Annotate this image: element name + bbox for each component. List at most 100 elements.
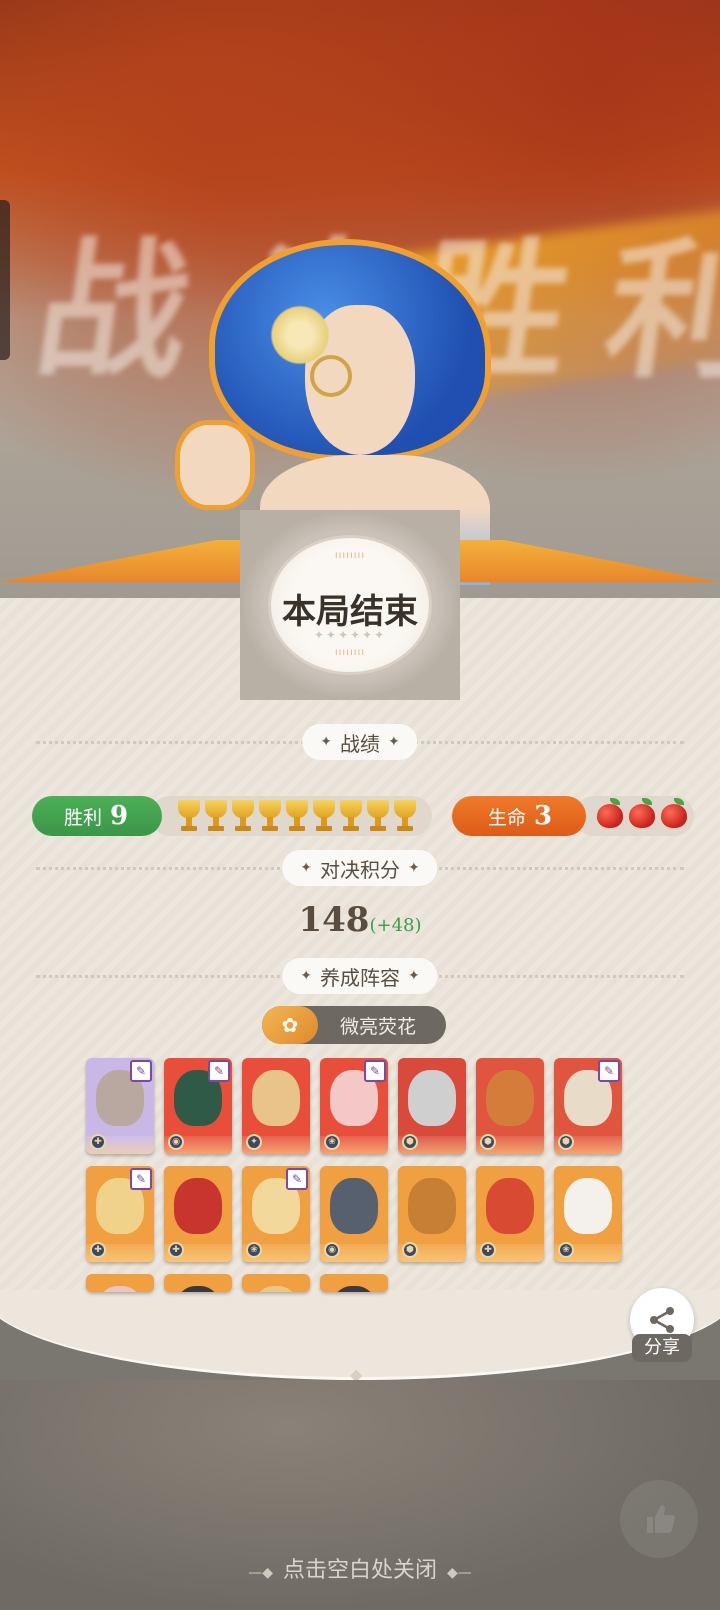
equipped-item-icon: ✎	[130, 1168, 152, 1190]
score-delta: (+48)	[369, 915, 422, 936]
share-button[interactable]: 分享	[630, 1288, 694, 1368]
flower-sparkle-icon: ✿	[262, 1006, 318, 1044]
hero-portrait	[330, 1178, 378, 1234]
hero-card[interactable]: ❀ ✎	[242, 1166, 310, 1262]
lives-count: 3	[534, 801, 553, 831]
healer-icon: ❀	[324, 1134, 340, 1150]
hero-card[interactable]: ❀ ✎	[320, 1058, 388, 1154]
hero-card[interactable]	[164, 1274, 232, 1292]
hero-card[interactable]	[320, 1274, 388, 1292]
hero-portrait	[252, 1286, 300, 1292]
like-button[interactable]	[620, 1480, 698, 1558]
hero-card[interactable]: ✚	[476, 1166, 544, 1262]
lineup-section-title: 养成阵容	[320, 965, 400, 990]
hero-card[interactable]: ◉	[320, 1166, 388, 1262]
share-icon	[650, 1307, 674, 1333]
tank-icon: ⬢	[402, 1242, 418, 1258]
close-hint[interactable]: —◆ 点击空白处关闭 ◆—	[0, 1552, 720, 1584]
four-point-star-icon: ✦	[408, 968, 420, 984]
hero-card[interactable]: ❀	[554, 1166, 622, 1262]
lives-pill: 生命 3	[452, 796, 586, 836]
dash-diamond-ornament-icon: —◆	[248, 1565, 273, 1581]
wins-count: 9	[110, 801, 129, 831]
hero-portrait	[174, 1286, 222, 1292]
fighter-icon: ✚	[480, 1242, 496, 1258]
four-point-star-icon: ✦	[388, 734, 400, 750]
four-point-star-icon: ✦	[300, 968, 312, 984]
trophy-icon	[311, 798, 336, 834]
hero-portrait	[408, 1178, 456, 1234]
equipped-item-icon: ✎	[208, 1060, 230, 1082]
record-section-header: ✦ 战绩 ✦	[36, 724, 684, 760]
trophy-icon	[257, 798, 282, 834]
hero-card[interactable]: ✚	[164, 1166, 232, 1262]
hero-card[interactable]: ◉ ✎	[164, 1058, 232, 1154]
tank-icon: ⬢	[558, 1134, 574, 1150]
hero-portrait	[564, 1178, 612, 1234]
lineup-section-header: ✦ 养成阵容 ✦	[36, 958, 684, 994]
trophy-icon	[203, 798, 228, 834]
four-point-star-icon: ✦	[320, 734, 332, 750]
result-title: 本局结束	[282, 592, 418, 632]
equipped-item-icon: ✎	[130, 1060, 152, 1082]
monocle-icon	[310, 355, 352, 397]
equipped-item-icon: ✎	[598, 1060, 620, 1082]
badge-bottom-ornament: ıııııııı	[334, 647, 366, 658]
apple-icon	[628, 798, 656, 828]
result-badge: ıııııııı 本局结束 ✦✦✦✦✦✦ ıııııııı	[268, 535, 432, 675]
hero-card[interactable]: ✚ ✎	[86, 1058, 154, 1154]
fighter-icon: ✚	[90, 1134, 106, 1150]
fighter-icon: ✚	[90, 1242, 106, 1258]
thumbs-up-icon	[647, 1505, 675, 1533]
wins-pill: 胜利 9	[32, 796, 162, 836]
tank-icon: ⬢	[402, 1134, 418, 1150]
hero-card[interactable]: ✚ ✎	[86, 1166, 154, 1262]
trophy-icon	[230, 798, 255, 834]
hero-card[interactable]: ⬢	[398, 1058, 466, 1154]
duel-score: 148(+48)	[0, 900, 720, 940]
hero-portrait	[252, 1070, 300, 1126]
apple-icon	[596, 798, 624, 828]
support-icon: ✦	[246, 1134, 262, 1150]
close-hint-text: 点击空白处关闭	[282, 1558, 437, 1583]
dash-diamond-ornament-icon: ◆—	[447, 1565, 472, 1581]
mage-icon: ◉	[324, 1242, 340, 1258]
hero-card[interactable]: ⬢	[398, 1166, 466, 1262]
score-section-header: ✦ 对决积分 ✦	[36, 850, 684, 886]
hero-card[interactable]	[242, 1274, 310, 1292]
fighter-icon: ✚	[168, 1242, 184, 1258]
hero-card[interactable]: ✦	[242, 1058, 310, 1154]
synergy-label: 微亮荧花	[339, 1015, 416, 1038]
hero-portrait	[486, 1178, 534, 1234]
equipped-item-icon: ✎	[364, 1060, 386, 1082]
equipped-item-icon: ✎	[286, 1168, 308, 1190]
trophy-icon	[365, 798, 390, 834]
trophy-icon	[392, 798, 417, 834]
apple-row	[596, 798, 688, 828]
hero-portrait	[174, 1178, 222, 1234]
synergy-tag[interactable]: ✿ 微亮荧花	[262, 1006, 446, 1044]
share-label: 分享	[632, 1334, 692, 1362]
hero-portrait	[96, 1286, 144, 1292]
hero-card[interactable]	[86, 1274, 154, 1292]
hair-flower-icon	[270, 305, 330, 365]
healer-icon: ❀	[558, 1242, 574, 1258]
four-point-star-icon: ✦	[408, 860, 420, 876]
four-point-star-icon: ✦	[300, 860, 312, 876]
badge-top-ornament: ıııııııı	[334, 550, 366, 561]
apple-icon	[660, 798, 688, 828]
tank-icon: ⬢	[480, 1134, 496, 1150]
hero-card[interactable]: ⬢ ✎	[554, 1058, 622, 1154]
raised-fist	[180, 425, 250, 505]
left-edge-tab	[0, 200, 10, 360]
sparkle-row-icon: ✦✦✦✦✦✦	[313, 628, 387, 642]
trophy-icon	[176, 798, 201, 834]
lives-label: 生命	[488, 806, 527, 829]
healer-icon: ❀	[246, 1242, 262, 1258]
hero-portrait	[486, 1070, 534, 1126]
hero-portrait	[408, 1070, 456, 1126]
trophy-icon	[284, 798, 309, 834]
trophy-icon	[338, 798, 363, 834]
hero-card[interactable]: ⬢	[476, 1058, 544, 1154]
hero-portrait	[330, 1286, 378, 1292]
